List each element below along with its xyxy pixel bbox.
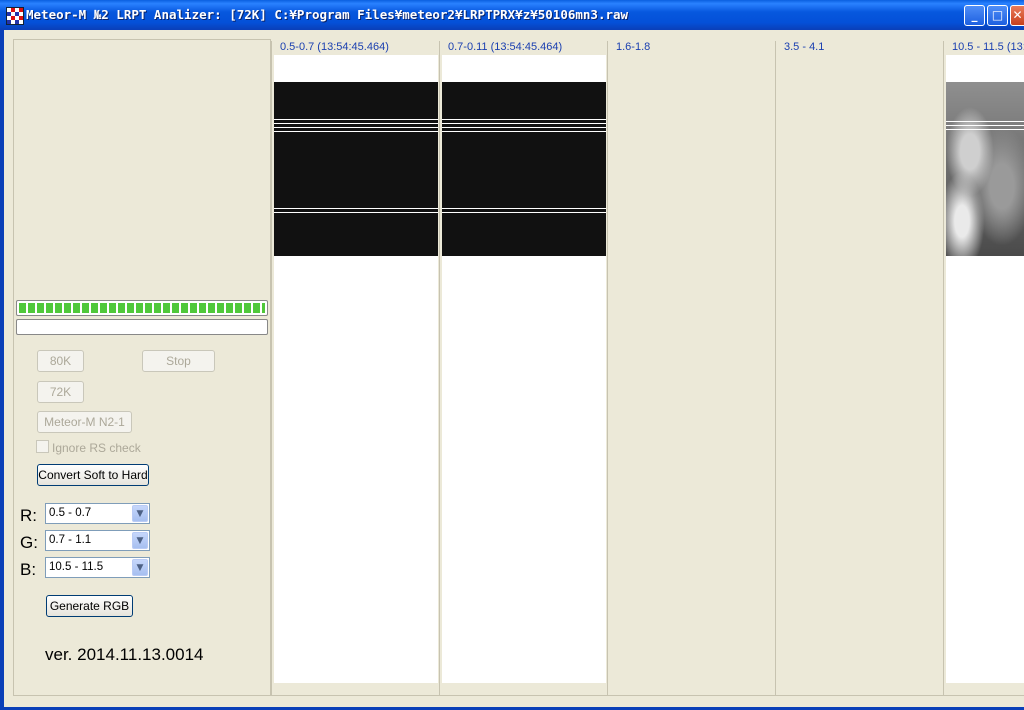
close-button[interactable]: ✕ <box>1010 5 1024 26</box>
app-icon[interactable] <box>6 7 24 25</box>
r-channel-value: 0.5 - 0.7 <box>49 507 92 519</box>
80k-button[interactable]: 80K <box>37 350 84 372</box>
channel-image[interactable] <box>946 55 1024 683</box>
convert-soft-to-hard-button[interactable]: Convert Soft to Hard <box>37 464 149 486</box>
b-channel-value: 10.5 - 11.5 <box>49 561 104 573</box>
stop-button[interactable]: Stop <box>142 350 215 372</box>
channel-panel-2: 0.7-0.11 (13:54:45.464) <box>439 41 608 695</box>
g-channel-select[interactable]: 0.7 - 1.1 ▼ <box>45 530 150 551</box>
channel-image[interactable] <box>442 55 606 683</box>
secondary-progress-bar <box>16 319 268 335</box>
ignore-rs-label: Ignore RS check <box>52 441 141 455</box>
channel-image[interactable] <box>274 55 438 683</box>
ignore-rs-checkbox[interactable] <box>36 440 49 453</box>
version-label: ver. 2014.11.13.0014 <box>45 645 204 664</box>
status-bar <box>13 695 1024 696</box>
r-channel-label: R: <box>20 506 37 525</box>
title-bar[interactable]: Meteor-M №2 LRPT Analizer: [72K] C:¥Prog… <box>0 0 1024 30</box>
g-channel-label: G: <box>20 533 38 552</box>
g-channel-value: 0.7 - 1.1 <box>49 534 92 546</box>
r-channel-select[interactable]: 0.5 - 0.7 ▼ <box>45 503 150 524</box>
channel-title: 0.7-0.11 (13:54:45.464) <box>448 41 563 53</box>
decode-progress-fill <box>19 303 265 313</box>
chevron-down-icon[interactable]: ▼ <box>132 505 148 522</box>
channel-panel-5: 10.5 - 11.5 (13:54:45.464) <box>943 41 1024 695</box>
chevron-down-icon[interactable]: ▼ <box>132 559 148 576</box>
b-channel-label: B: <box>20 560 37 579</box>
channel-panel-3: 1.6-1.8 <box>607 41 776 695</box>
channel-title: 10.5 - 11.5 (13:54:45.464) <box>952 41 1024 53</box>
channel-panel-1: 0.5-0.7 (13:54:45.464) <box>271 41 440 695</box>
channel-panel-4: 3.5 - 4.1 <box>775 41 944 695</box>
channel-title: 0.5-0.7 (13:54:45.464) <box>280 41 389 53</box>
channel-title: 3.5 - 4.1 <box>784 41 825 53</box>
meteor-m-n2-1-button[interactable]: Meteor-M N2-1 <box>37 411 132 433</box>
maximize-button[interactable]: □ <box>987 5 1008 26</box>
decode-progress-bar <box>16 300 268 316</box>
72k-button[interactable]: 72K <box>37 381 84 403</box>
window-title: Meteor-M №2 LRPT Analizer: [72K] C:¥Prog… <box>26 7 629 22</box>
chevron-down-icon[interactable]: ▼ <box>132 532 148 549</box>
channel-title: 1.6-1.8 <box>616 41 651 53</box>
client-area: 80K Stop 72K Meteor-M N2-1 Ignore RS che… <box>0 30 1024 710</box>
b-channel-select[interactable]: 10.5 - 11.5 ▼ <box>45 557 150 578</box>
generate-rgb-button[interactable]: Generate RGB <box>46 595 133 617</box>
minimize-button[interactable]: _ <box>964 5 985 26</box>
